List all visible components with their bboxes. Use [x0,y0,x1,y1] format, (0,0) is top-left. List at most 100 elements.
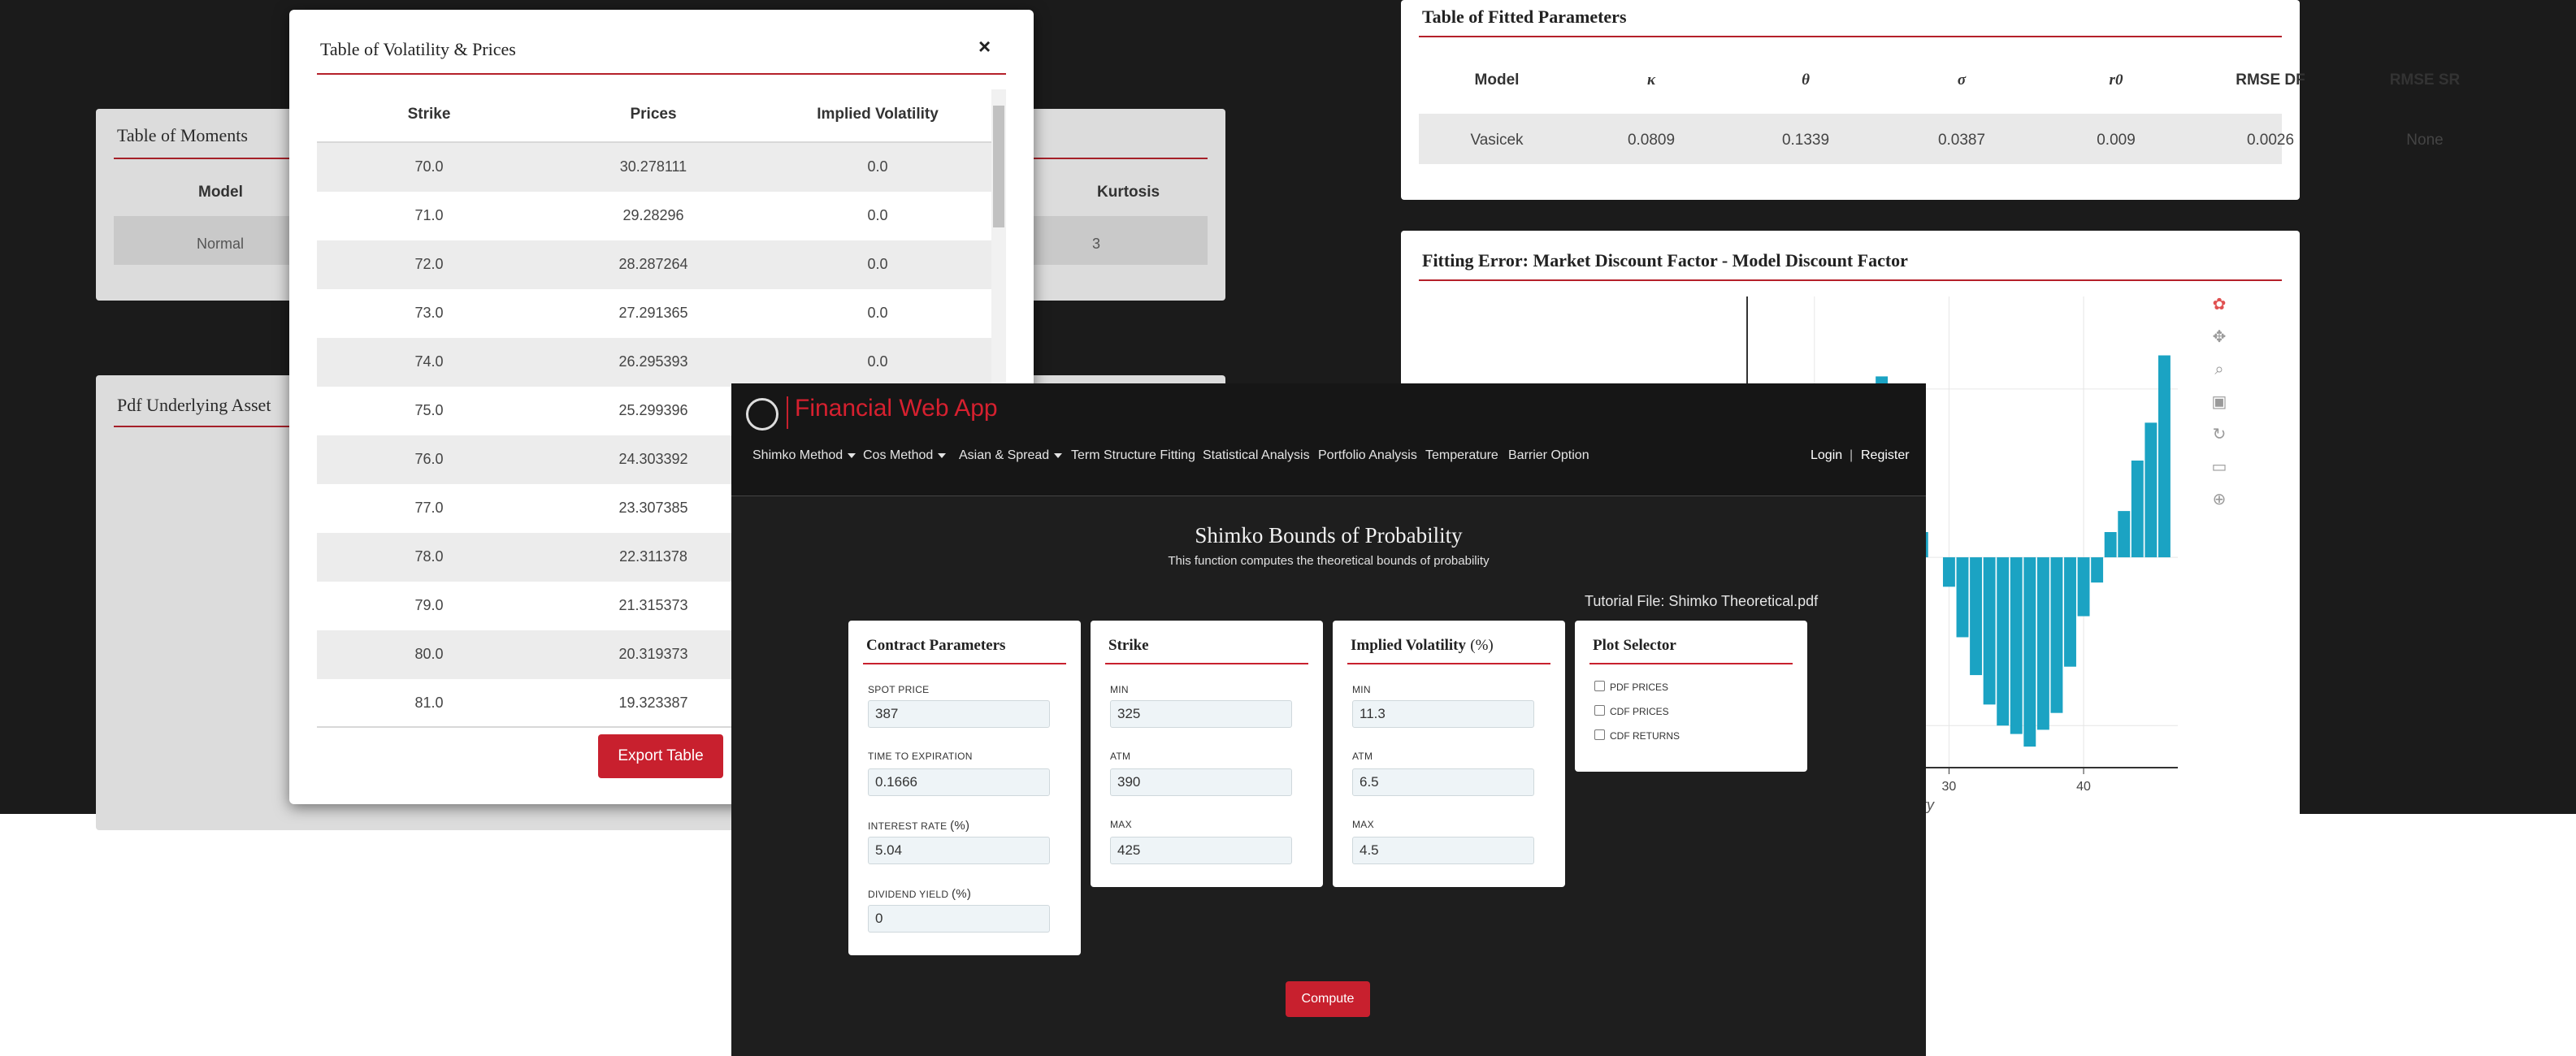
fitted-cell-kappa: 0.0809 [1627,132,1676,149]
fitted-divider [1419,36,2282,37]
tutorial-file-link[interactable]: Tutorial File: Shimko Theoretical.pdf [1585,593,1818,610]
checkbox-cdf-returns-label: CDF RETURNS [1610,730,1680,742]
checkbox-icon[interactable] [1594,681,1605,691]
dividend-yield-unit: (%) [951,887,972,901]
zoom-icon[interactable]: ⌕ [2209,359,2230,380]
iv-divider [1347,663,1550,664]
financial-web-app-window: Financial Web App Shimko Method Cos Meth… [731,383,1926,1056]
iv-heading-text: Implied Volatility [1351,637,1466,654]
close-icon[interactable]: × [978,34,991,59]
fitted-cell-sigma: 0.0387 [1937,132,1986,149]
cell-strike: 70.0 [414,158,444,175]
cell-price: 28.287264 [618,256,688,272]
strike-max-input[interactable] [1110,837,1292,864]
plot-selector-heading: Plot Selector [1593,637,1676,654]
scrollbar-thumb[interactable] [993,106,1004,227]
nav-term-structure-fitting[interactable]: Term Structure Fitting [1071,448,1195,463]
fitted-header-sigma: σ [1957,71,1967,89]
chart-bar [2010,557,2023,734]
strike-heading: Strike [1108,637,1149,654]
iv-max-label: MAX [1352,819,1374,830]
chart-bar [1942,557,1955,587]
pan-icon[interactable]: ✥ [2209,327,2230,348]
interest-rate-input[interactable] [868,837,1050,864]
checkbox-icon[interactable] [1594,705,1605,716]
iv-heading-unit: (%) [1470,637,1494,654]
header-strike: Strike [407,106,451,123]
chart-bar [2036,557,2049,730]
chart-bar [2158,355,2171,558]
export-table-button[interactable]: Export Table [598,734,723,778]
checkbox-pdf-prices[interactable]: PDF PRICES [1594,681,1668,693]
navbar: Financial Web App Shimko Method Cos Meth… [731,383,1926,496]
cell-strike: 79.0 [414,597,444,613]
chevron-down-icon [1054,452,1063,458]
fitted-title: Table of Fitted Parameters [1422,6,1627,27]
save-icon[interactable]: ▣ [2209,392,2230,413]
checkbox-cdf-returns[interactable]: CDF RETURNS [1594,729,1680,742]
table-row: 70.0 30.278111 0.0 [317,143,991,192]
nav-cos-method[interactable]: Cos Method [863,448,947,463]
chart-bar [2064,557,2076,667]
iv-min-input[interactable] [1352,700,1534,728]
login-link[interactable]: Login [1811,448,1842,463]
fitted-cell-model: Vasicek [1470,132,1524,149]
fitting-error-title: Fitting Error: Market Discount Factor - … [1422,250,1908,270]
compute-button[interactable]: Compute [1286,981,1370,1017]
dividend-yield-input[interactable] [868,905,1050,933]
nav-shimko-method[interactable]: Shimko Method [752,448,856,463]
cell-price: 30.278111 [619,158,687,175]
time-to-expiration-input[interactable] [868,768,1050,796]
iv-atm-label: ATM [1352,751,1373,762]
moments-title: Table of Moments [117,125,248,145]
brand-separator [787,396,788,429]
chart-bar [2023,557,2036,747]
chart-bar [1970,557,1983,676]
register-link[interactable]: Register [1861,448,1910,463]
moments-header-model: Model [198,184,243,201]
page-subtitle: This function computes the theoretical b… [1168,554,1490,568]
brand-logo-icon[interactable] [746,398,778,431]
strike-divider [1105,663,1308,664]
dividend-yield-label: DIVIDEND YIELD (%) [868,887,971,901]
bokeh-logo-icon[interactable]: ✿ [2209,294,2230,315]
hover-icon[interactable]: ▭ [2209,457,2230,478]
nav-statistical-analysis[interactable]: Statistical Analysis [1203,448,1310,463]
cell-strike: 80.0 [414,646,444,662]
interest-rate-unit: (%) [950,819,970,833]
chevron-down-icon [848,452,856,458]
table-row: 72.0 28.287264 0.0 [317,240,991,289]
nav-asian-spread-label: Asian & Spread [959,448,1050,462]
nav-barrier-option[interactable]: Barrier Option [1508,448,1589,463]
fitted-cell-rmse-df: 0.0026 [2246,132,2295,149]
iv-atm-input[interactable] [1352,768,1534,796]
fitted-cell-theta: 0.1339 [1781,132,1830,149]
fitting-error-divider [1419,279,2282,281]
chart-bar [2077,557,2090,617]
modal-title: Table of Volatility & Prices [320,39,516,59]
table-row: 74.0 26.295393 0.0 [317,338,991,387]
auth-separator: | [1850,448,1854,462]
cell-strike: 77.0 [414,500,444,516]
vol-table-header: Strike Prices Implied Volatility [317,89,991,143]
strike-min-input[interactable] [1110,700,1292,728]
nav-asian-spread[interactable]: Asian & Spread [959,448,1063,463]
strike-atm-input[interactable] [1110,768,1292,796]
iv-max-input[interactable] [1352,837,1534,864]
spot-price-input[interactable] [868,700,1050,728]
nav-shimko-method-label: Shimko Method [752,448,843,462]
nav-portfolio-analysis[interactable]: Portfolio Analysis [1318,448,1417,463]
cell-strike: 72.0 [414,256,444,272]
checkbox-cdf-prices[interactable]: CDF PRICES [1594,705,1669,717]
cell-strike: 75.0 [414,402,444,418]
interest-rate-label: INTEREST RATE (%) [868,819,969,833]
nav-temperature[interactable]: Temperature [1425,448,1498,463]
fitted-header-rmse-sr: RMSE SR [2389,71,2461,89]
crosshair-icon[interactable]: ⊕ [2209,489,2230,510]
reset-icon[interactable]: ↻ [2209,424,2230,445]
checkbox-icon[interactable] [1594,729,1605,740]
cell-strike: 71.0 [414,207,444,223]
moments-cell-model: Normal [197,236,245,252]
plot-selector-divider [1589,663,1793,664]
brand-name[interactable]: Financial Web App [795,395,998,422]
